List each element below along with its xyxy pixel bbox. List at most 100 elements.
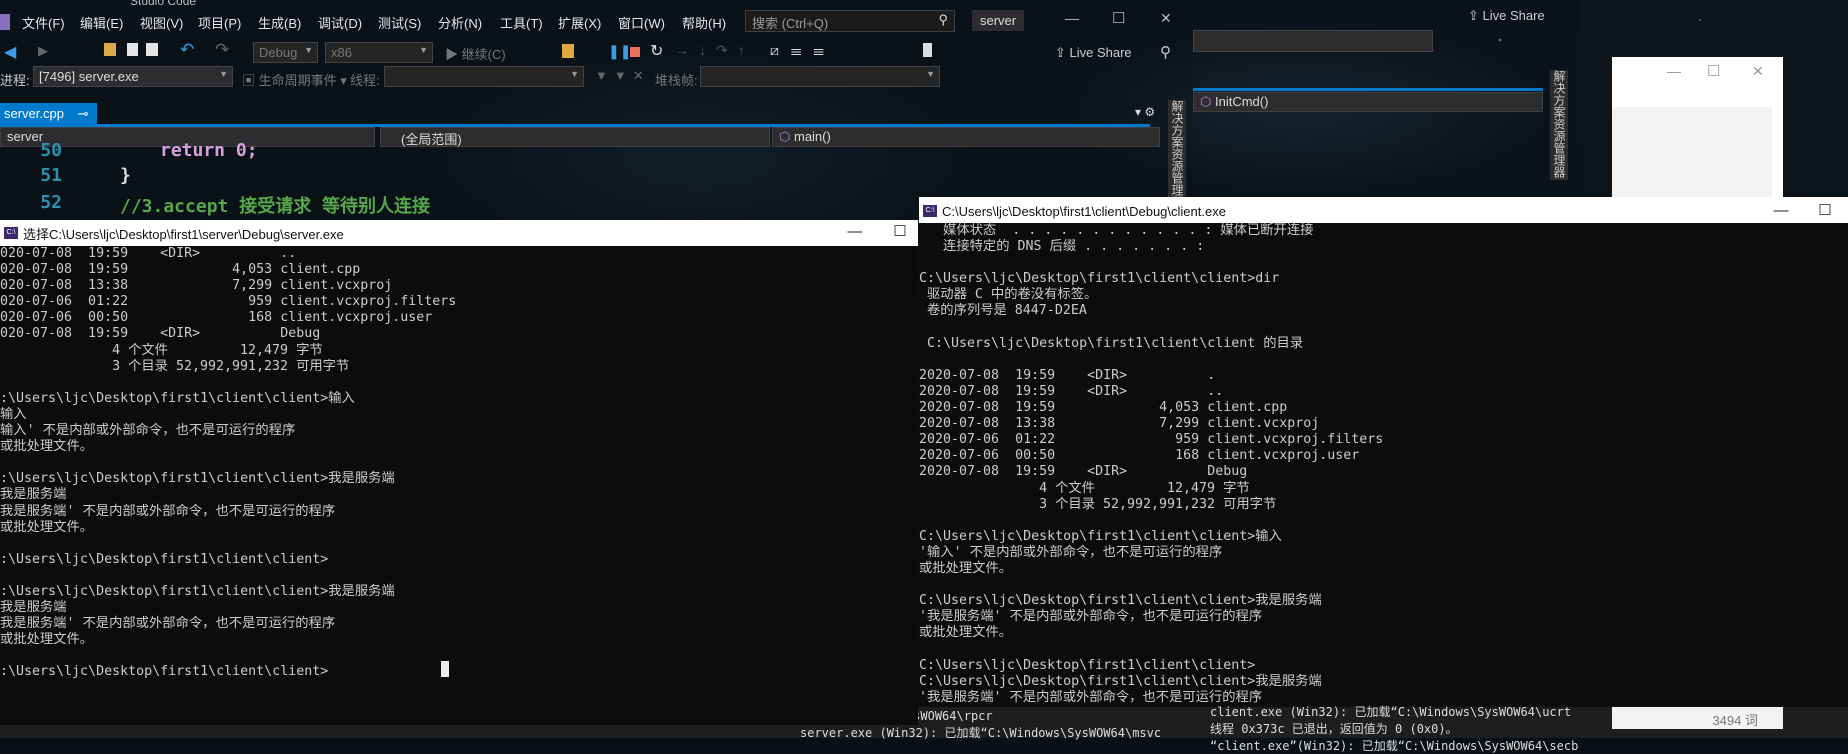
menu-item[interactable]: 窗口(W)	[618, 13, 665, 32]
platform-dropdown[interactable]: x86 ▼	[325, 42, 433, 63]
console-line: 4 个文件 12,479 字节	[919, 480, 1250, 496]
console-line: 3 个目录 52,992,991,232 可用字节	[0, 358, 350, 374]
bookmark-icon[interactable]	[923, 43, 932, 57]
undo-icon[interactable]: ↶	[180, 40, 194, 60]
lifecycle-label: 生命周期事件	[258, 73, 337, 88]
solution-explorer-tab-2[interactable]: 解决方案资源管理器	[1550, 70, 1568, 180]
member-dropdown[interactable]: ⬡ main()	[772, 127, 1160, 147]
vs2-member-dropdown[interactable]: ⬡ InitCmd()	[1193, 92, 1543, 112]
solution-name-badge: server	[972, 10, 1025, 31]
bg-close-button[interactable]: ✕	[1752, 63, 1764, 80]
console-line: '我是服务端' 不是内部或外部命令，也不是可运行的程序	[919, 689, 1263, 705]
redo-icon[interactable]: ↷	[215, 40, 229, 60]
step-icons[interactable]: →↓↷↑	[675, 42, 755, 59]
menu-item[interactable]: 工具(T)	[500, 13, 543, 32]
tab-server-cpp[interactable]: server.cpp ⊸ ✕	[0, 103, 97, 137]
process-dropdown[interactable]: [7496] server.exe ▼	[33, 66, 233, 87]
continue-button[interactable]: ▶ 继续(C)	[445, 44, 506, 63]
code-line: }	[120, 165, 131, 186]
tab-options-icon[interactable]: ▾ ⚙	[1135, 105, 1155, 119]
maximize-button[interactable]: ☐	[1112, 9, 1125, 27]
configuration-dropdown[interactable]: Debug ▼	[253, 42, 318, 63]
bg-minimize-button[interactable]: —	[1667, 63, 1681, 79]
console-line: 或批处理文件。	[0, 439, 94, 455]
restart-icon[interactable]: ↻	[650, 41, 663, 61]
find-icon[interactable]	[562, 44, 574, 58]
console-line: 2020-07-08 19:59 <DIR> Debug	[919, 464, 1248, 480]
open-file-icon[interactable]	[104, 43, 116, 56]
console-line: 卷的序列号是 8447-D2EA	[919, 303, 1087, 319]
menu-item[interactable]: 文件(F)	[22, 13, 65, 32]
server-console-output[interactable]: 020-07-08 19:59 <DIR> .. 020-07-08 19:59 …	[0, 246, 918, 725]
vs-window-2: ⇪ Live Share ⬡ InitCmd() 解决方案资源管理器	[1193, 0, 1578, 222]
nav-scope: (全局范围)	[401, 132, 462, 147]
menu-item[interactable]: 调试(D)	[318, 13, 362, 32]
menu-item[interactable]: 生成(B)	[258, 13, 301, 32]
server-minimize-button[interactable]: —	[835, 223, 875, 240]
console-line: 我是服务端' 不是内部或外部命令，也不是可运行的程序	[0, 503, 336, 519]
menu-item[interactable]: 测试(S)	[378, 13, 421, 32]
search-icon: ⚲	[938, 12, 948, 27]
menu-item[interactable]: 编辑(E)	[80, 13, 123, 32]
stackframe-dropdown[interactable]: ▼	[700, 66, 940, 87]
client-console-output[interactable]: 媒体状态 . . . . . . . . . . . . : 媒体已断开连接 连…	[919, 223, 1848, 705]
debug-tool-icons[interactable]: ⧄☰☰	[770, 42, 836, 59]
console-line: 或批处理文件。	[0, 519, 94, 535]
console-line: 输入' 不是内部或外部命令，也不是可运行的程序	[0, 423, 296, 439]
line-number: 50	[40, 140, 62, 161]
live-share-button-2[interactable]: ⇪ Live Share	[1468, 8, 1545, 24]
tab-label: server.cpp	[4, 106, 64, 121]
lifecycle-events-button[interactable]: ▣ 生命周期事件 ▾	[242, 70, 347, 89]
search-input[interactable]: 搜索 (Ctrl+Q) ⚲	[745, 10, 955, 32]
server-maximize-button[interactable]: ☐	[880, 222, 920, 240]
nav-member: main()	[793, 129, 831, 144]
menu-item[interactable]: 扩展(X)	[558, 13, 601, 32]
feedback-icon[interactable]: ⚲	[1160, 43, 1171, 61]
vs2-dropdown[interactable]	[1193, 30, 1433, 52]
console-line: 我是服务端' 不是内部或外部命令，也不是可运行的程序	[0, 616, 336, 632]
console-line: C:\Users\ljc\Desktop\first1\client\clien…	[919, 593, 1322, 609]
line-number: 51	[40, 165, 62, 186]
stop-icon[interactable]	[630, 47, 640, 57]
save-icon[interactable]	[127, 43, 138, 56]
console-line: 3 个目录 52,992,991,232 可用字节	[919, 496, 1277, 512]
thread-dropdown[interactable]: ▼	[384, 66, 584, 87]
scope-dropdown[interactable]: (全局范围)	[380, 127, 770, 147]
code-line: //3.accept 接受请求 等待别人连接	[120, 196, 431, 217]
menu-item[interactable]: 视图(V)	[140, 13, 183, 32]
console-line: :\Users\ljc\Desktop\first1\client\client…	[0, 664, 329, 680]
forward-icon[interactable]: ▶	[38, 43, 48, 59]
minimize-button[interactable]: —	[1065, 10, 1079, 26]
menu-item[interactable]: 帮助(H)	[682, 13, 726, 32]
text-cursor	[441, 661, 449, 677]
bg-maximize-button[interactable]: ☐	[1707, 62, 1720, 80]
console-line: 020-07-08 19:59 4,053 client.cpp	[0, 262, 361, 278]
output-line: “client.exe”(Win32): 已加载“C:\Windows\SysW…	[1210, 739, 1579, 753]
console-line: 020-07-06 01:22 959 client.vcxproj.filte…	[0, 294, 457, 310]
line-number: 52	[40, 192, 62, 213]
console-line: :\Users\ljc\Desktop\first1\client\client…	[0, 471, 395, 487]
menu-item[interactable]: 项目(P)	[198, 13, 241, 32]
pin-icon[interactable]: ⊸	[78, 106, 89, 121]
console-line: C:\Users\ljc\Desktop\first1\client\clien…	[919, 271, 1280, 287]
filter-icons[interactable]: ▼▼✕	[595, 68, 650, 84]
pause-icon[interactable]: ❚❚	[608, 43, 631, 60]
menu-item[interactable]: 分析(N)	[438, 13, 482, 32]
console-line: :\Users\ljc\Desktop\first1\client\client…	[0, 583, 395, 599]
close-button[interactable]: ✕	[1160, 10, 1172, 27]
live-share-label-2: Live Share	[1482, 8, 1545, 23]
console-line: 连接特定的 DNS 后缀 . . . . . . . :	[919, 239, 1205, 255]
client-maximize-button[interactable]: ☐	[1805, 201, 1845, 219]
back-icon[interactable]: ◀	[4, 42, 16, 62]
live-share-label: Live Share	[1069, 45, 1132, 60]
console-line: C:\Users\ljc\Desktop\first1\client\clien…	[919, 657, 1256, 673]
live-share-button[interactable]: ⇪ Live Share	[1055, 45, 1132, 61]
client-console-titlebar: C:\ C:\Users\ljc\Desktop\first1\client\D…	[919, 197, 1848, 225]
client-minimize-button[interactable]: —	[1761, 202, 1801, 219]
output-right: client.exe (Win32): 已加载“C:\Windows\SysWO…	[1210, 703, 1578, 754]
save-all-icon[interactable]	[146, 43, 158, 56]
